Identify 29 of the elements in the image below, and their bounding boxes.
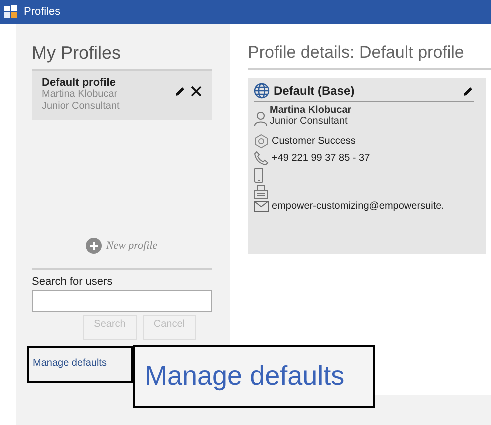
phone-text: +49 221 99 37 85 - 37 xyxy=(272,153,370,164)
details-heading: Profile details: Default profile xyxy=(248,43,491,70)
person-icon xyxy=(254,111,268,127)
globe-icon xyxy=(254,83,270,99)
new-profile-link[interactable]: New profile xyxy=(106,240,158,252)
email-text: empower-customizing@empowersuite. xyxy=(272,201,444,212)
close-icon[interactable] xyxy=(191,86,202,96)
plus-circle-icon xyxy=(86,238,102,254)
pencil-icon[interactable] xyxy=(175,86,186,96)
pencil-icon[interactable] xyxy=(463,86,474,96)
search-field[interactable] xyxy=(32,290,212,312)
fax-icon xyxy=(254,185,268,199)
person-role: Junior Consultant xyxy=(270,116,349,127)
mail-icon xyxy=(254,201,269,212)
phone-icon xyxy=(254,151,269,166)
profile-item[interactable]: Default profile Martina Klobucar Junior Consultant xyxy=(32,71,212,120)
card-title: Default (Base) xyxy=(274,84,356,98)
manage-defaults-link[interactable]: Manage defaults xyxy=(27,346,133,383)
department-text: Customer Success xyxy=(272,136,356,147)
mobile-icon xyxy=(254,168,264,183)
profile-person: Martina Klobucar xyxy=(42,89,119,101)
app-logo-icon xyxy=(4,5,18,19)
person-name: Martina Klobucar xyxy=(270,105,352,116)
magnified-callout: Manage defaults xyxy=(133,345,375,408)
profile-name: Default profile xyxy=(42,77,117,89)
department-icon xyxy=(254,134,269,149)
window-title: Profiles xyxy=(24,6,61,18)
profile-role: Junior Consultant xyxy=(42,101,121,113)
search-label: Search for users xyxy=(32,276,114,288)
